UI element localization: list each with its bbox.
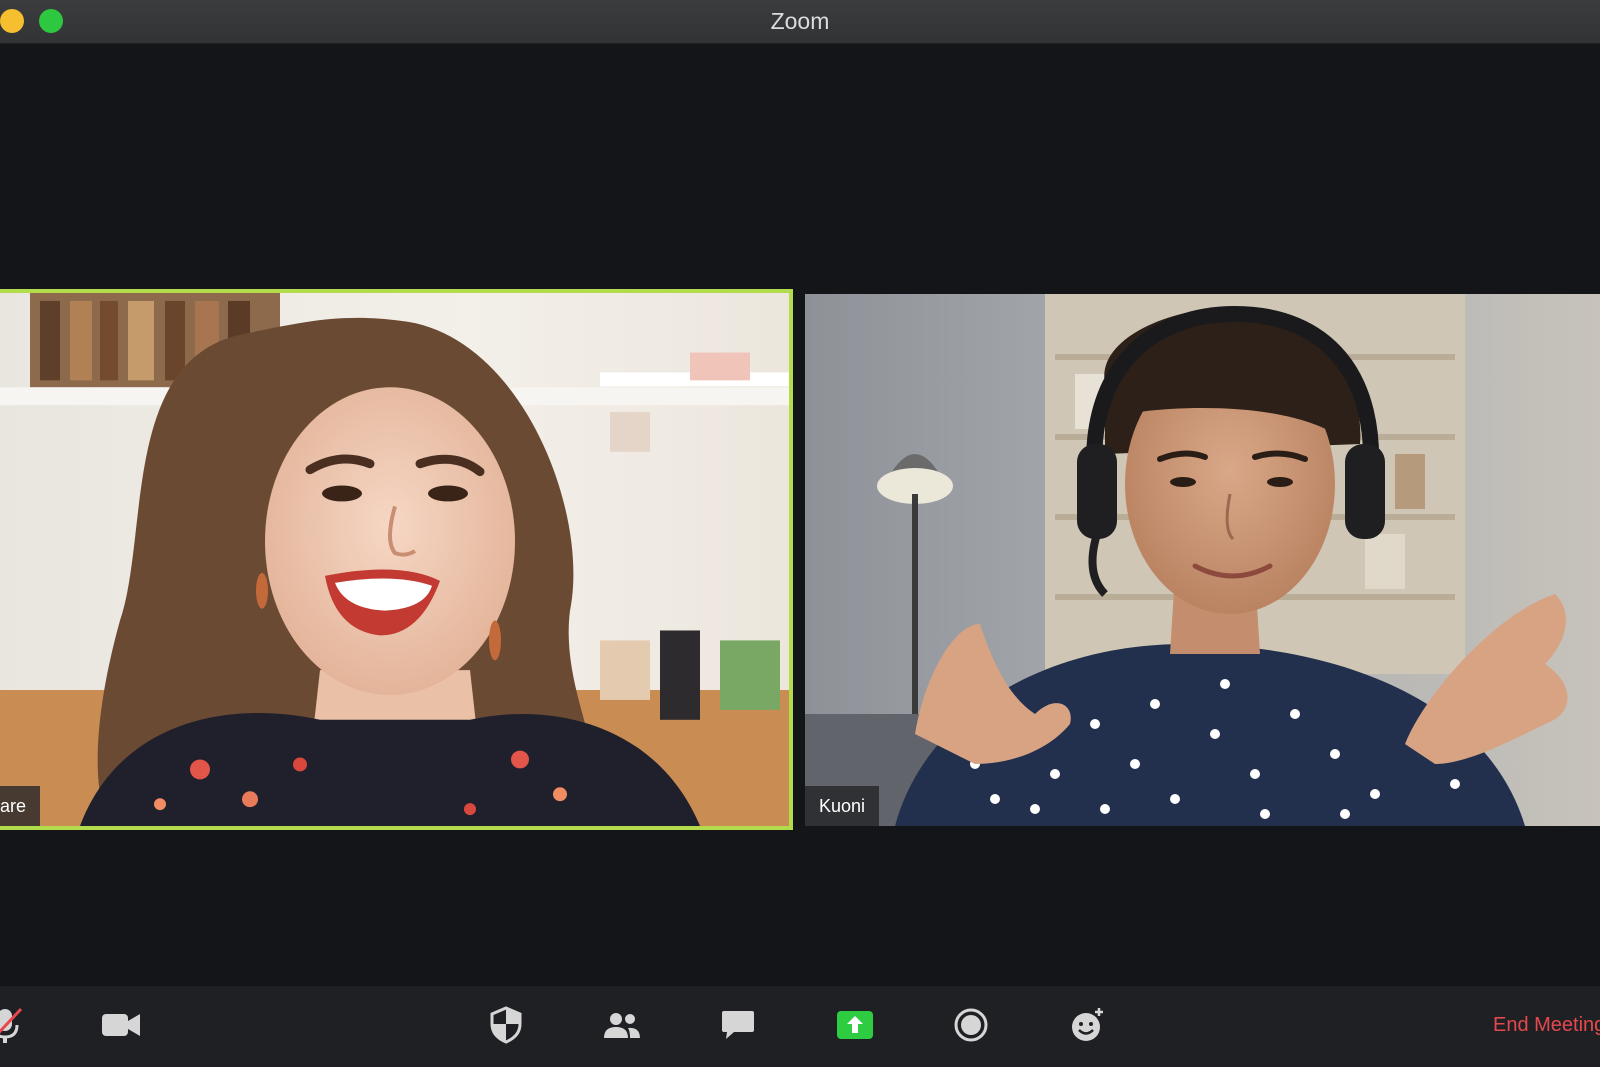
record-icon: [954, 1008, 988, 1042]
chat-icon: [722, 1011, 754, 1039]
participant-video-feed: [805, 294, 1600, 826]
reactions-icon: [1072, 1008, 1103, 1041]
security-button[interactable]: [481, 1002, 531, 1048]
mute-button[interactable]: [0, 1002, 30, 1048]
video-camera-icon: [102, 1014, 140, 1036]
window-title: Zoom: [770, 8, 830, 34]
participant-video-feed: [0, 293, 789, 826]
end-meeting-button[interactable]: End Meeting: [1493, 1014, 1600, 1037]
window-titlebar: Zoom: [0, 0, 1600, 44]
record-button[interactable]: [946, 1002, 996, 1048]
participants-button[interactable]: [597, 1002, 647, 1048]
participant-name-label: Kuoni: [805, 786, 880, 826]
participant-video-tile[interactable]: Kuoni: [805, 294, 1600, 826]
participant-video-tile[interactable]: are: [0, 289, 793, 830]
participants-icon: [604, 1013, 640, 1038]
share-screen-button[interactable]: [830, 1002, 880, 1048]
chat-button[interactable]: [713, 1002, 763, 1048]
reactions-button[interactable]: [1063, 1002, 1113, 1048]
microphone-muted-icon: [0, 1007, 23, 1043]
stop-video-button[interactable]: [96, 1002, 146, 1048]
participant-name-label: are: [0, 786, 41, 826]
security-shield-icon: [490, 1006, 522, 1044]
meeting-controls-toolbar: End Meeting: [0, 986, 1600, 1067]
video-gallery: are Kuoni: [0, 44, 1600, 986]
share-screen-icon: [837, 1011, 873, 1039]
